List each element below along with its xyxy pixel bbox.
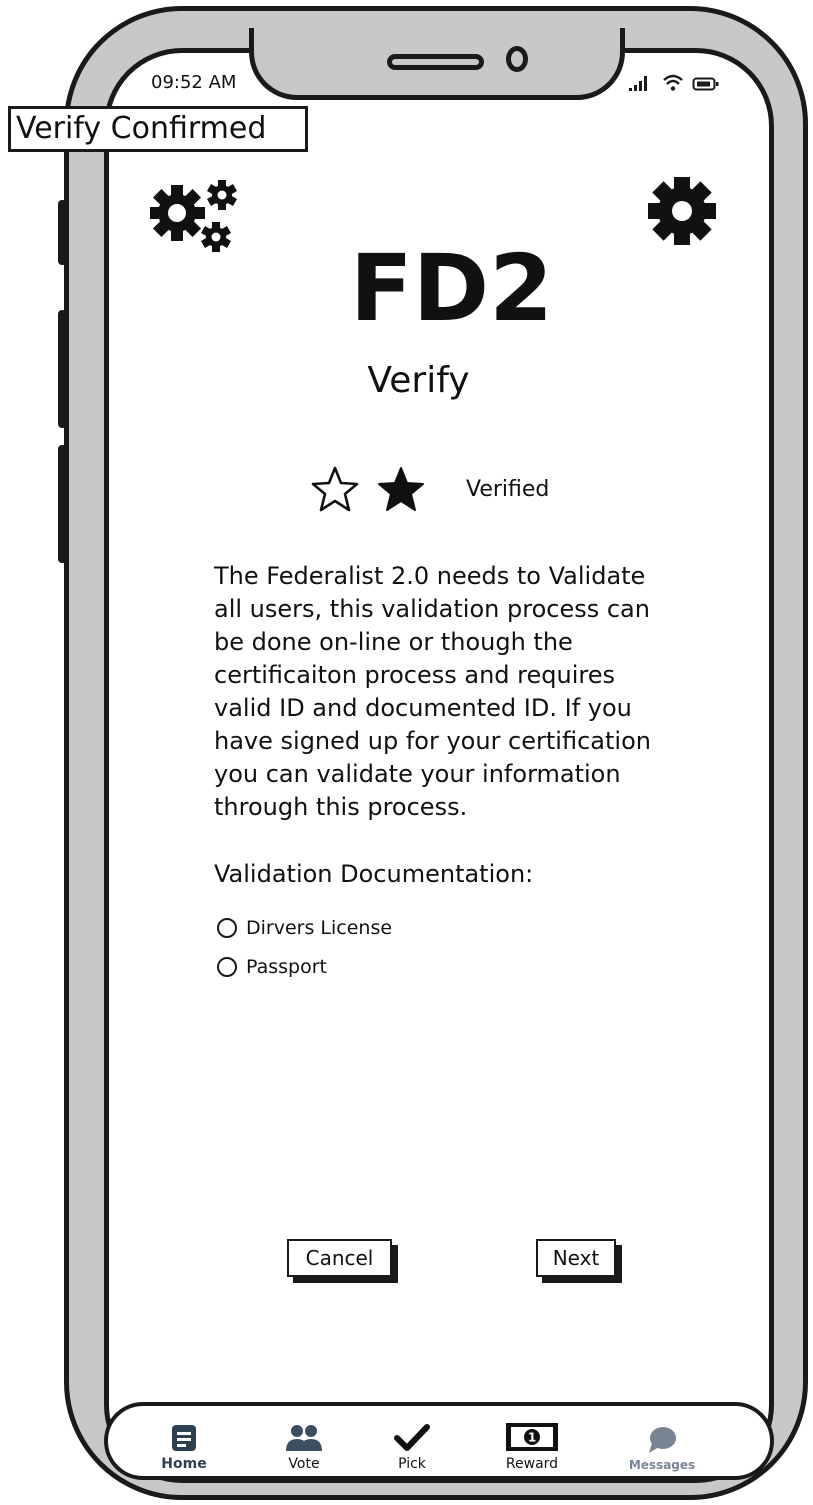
radio-button[interactable] [217,918,237,938]
users-icon [286,1425,322,1451]
tab-label: Pick [398,1456,426,1472]
cancel-button[interactable]: Cancel [287,1239,392,1277]
volume-down-button [58,445,67,563]
radio-label: Passport [246,956,327,978]
tab-home[interactable]: Home [144,1408,224,1472]
star-outline-icon [311,466,359,512]
next-button[interactable]: Next [536,1239,616,1277]
status-icons [628,74,720,92]
description-text: The Federalist 2.0 needs to Validate all… [214,562,651,821]
radio-option-drivers-license[interactable]: Dirvers License [217,917,392,939]
radio-option-passport[interactable]: Passport [217,956,327,978]
message-bubble-icon [649,1427,676,1453]
front-camera [506,46,528,72]
tab-reward[interactable]: 1 Reward [492,1408,572,1472]
tab-label: Reward [505,1456,559,1472]
tab-messages[interactable]: Messages [622,1408,702,1472]
page-title: Verify [367,360,470,401]
star-filled-icon [378,467,424,511]
signal-icon [629,76,647,91]
radio-label: Dirvers License [246,917,393,939]
radio-button[interactable] [217,957,237,977]
screen-label: Verify Confirmed [8,106,308,152]
tab-label: Messages [628,1458,696,1472]
documentation-heading: Validation Documentation: [214,860,534,888]
verification-rating: Verified [310,465,549,513]
tab-pick[interactable]: Pick [372,1408,452,1472]
app-brand: FD2 [349,235,554,342]
money-icon: 1 [506,1423,558,1451]
svg-text:1: 1 [528,1431,536,1445]
wifi-icon [663,74,683,91]
battery-icon [692,77,719,91]
tab-vote[interactable]: Vote [264,1408,344,1472]
status-time: 09:52 AM [151,72,237,93]
speaker-grille [387,54,484,70]
tab-label: Vote [288,1456,320,1472]
checkmark-icon [394,1424,430,1451]
home-icon [172,1425,196,1451]
verified-label: Verified [466,476,550,502]
tab-label: Home [161,1456,207,1472]
